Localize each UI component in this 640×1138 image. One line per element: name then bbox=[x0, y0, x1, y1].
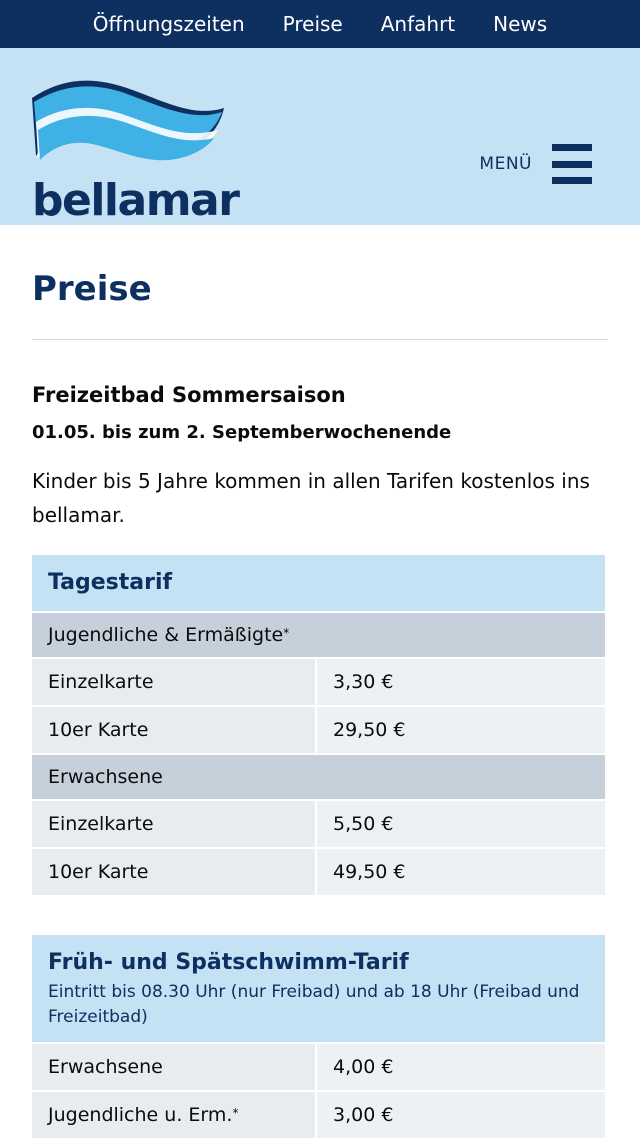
price-table-fruehschwimm: Früh- und Spätschwimm-Tarif Eintritt bis… bbox=[32, 935, 605, 1138]
table-title: Tagestarif bbox=[48, 570, 173, 595]
menu-button[interactable]: MENÜ bbox=[479, 144, 592, 184]
nav-link-anfahrt[interactable]: Anfahrt bbox=[362, 0, 474, 48]
row-price: 49,50 € bbox=[317, 849, 605, 895]
table-row: 10er Karte 49,50 € bbox=[32, 849, 605, 897]
top-navigation: Öffnungszeiten Preise Anfahrt News bbox=[0, 0, 640, 48]
intro-text: Kinder bis 5 Jahre kommen in allen Tarif… bbox=[32, 469, 590, 527]
row-label-text: Jugendliche u. Erm. bbox=[48, 1104, 233, 1126]
table-row: Einzelkarte 3,30 € bbox=[32, 659, 605, 707]
menu-label: MENÜ bbox=[479, 154, 532, 174]
row-price: 5,50 € bbox=[317, 801, 605, 847]
group-label: Jugendliche & Ermäßigte bbox=[48, 624, 284, 646]
section-title: Freizeitbad Sommersaison bbox=[32, 383, 346, 407]
site-header: bellamar MENÜ bbox=[0, 48, 640, 226]
main-content: Preise Freizeitbad Sommersaison 01.05. b… bbox=[0, 269, 640, 1138]
table-subtitle: Eintritt bis 08.30 Uhr (nur Freibad) und… bbox=[48, 982, 580, 1027]
table-row: Jugendliche u. Erm. * 3,00 € bbox=[32, 1092, 605, 1138]
table-header: Früh- und Spätschwimm-Tarif Eintritt bis… bbox=[32, 935, 605, 1044]
row-price: 4,00 € bbox=[317, 1044, 605, 1090]
table-row: Einzelkarte 5,50 € bbox=[32, 801, 605, 849]
table-title: Früh- und Spätschwimm-Tarif bbox=[48, 950, 409, 975]
footnote-mark: * bbox=[232, 1106, 239, 1120]
row-label: Einzelkarte bbox=[32, 659, 317, 705]
row-label: Einzelkarte bbox=[32, 801, 317, 847]
table-header: Tagestarif bbox=[32, 555, 605, 613]
nav-link-oeffnungszeiten[interactable]: Öffnungszeiten bbox=[74, 0, 264, 48]
row-label: 10er Karte bbox=[32, 707, 317, 753]
group-header-erwachsene: Erwachsene bbox=[32, 755, 605, 801]
row-label-text: Erwachsene bbox=[48, 1056, 163, 1078]
row-price: 29,50 € bbox=[317, 707, 605, 753]
group-label: Erwachsene bbox=[48, 766, 163, 788]
logo-text: bellamar bbox=[32, 175, 240, 226]
table-row: Erwachsene 4,00 € bbox=[32, 1044, 605, 1092]
row-label: Erwachsene bbox=[32, 1044, 317, 1090]
row-label: 10er Karte bbox=[32, 849, 317, 895]
row-label: Jugendliche u. Erm. * bbox=[32, 1092, 317, 1138]
row-price: 3,00 € bbox=[317, 1092, 605, 1138]
group-header-jugendliche: Jugendliche & Ermäßigte * bbox=[32, 613, 605, 659]
wave-logo-icon bbox=[32, 80, 224, 161]
hamburger-icon bbox=[552, 144, 592, 184]
nav-link-news[interactable]: News bbox=[474, 0, 566, 48]
price-table-tagestarif: Tagestarif Jugendliche & Ermäßigte * Einz… bbox=[32, 555, 605, 897]
bellamar-logo[interactable]: bellamar bbox=[32, 78, 240, 232]
nav-link-preise[interactable]: Preise bbox=[264, 0, 362, 48]
section-subtitle: 01.05. bis zum 2. Septemberwochenende bbox=[32, 422, 452, 443]
page-title: Preise bbox=[32, 269, 152, 309]
row-price: 3,30 € bbox=[317, 659, 605, 705]
title-divider bbox=[32, 339, 608, 340]
table-row: 10er Karte 29,50 € bbox=[32, 707, 605, 755]
footnote-mark: * bbox=[283, 626, 290, 640]
